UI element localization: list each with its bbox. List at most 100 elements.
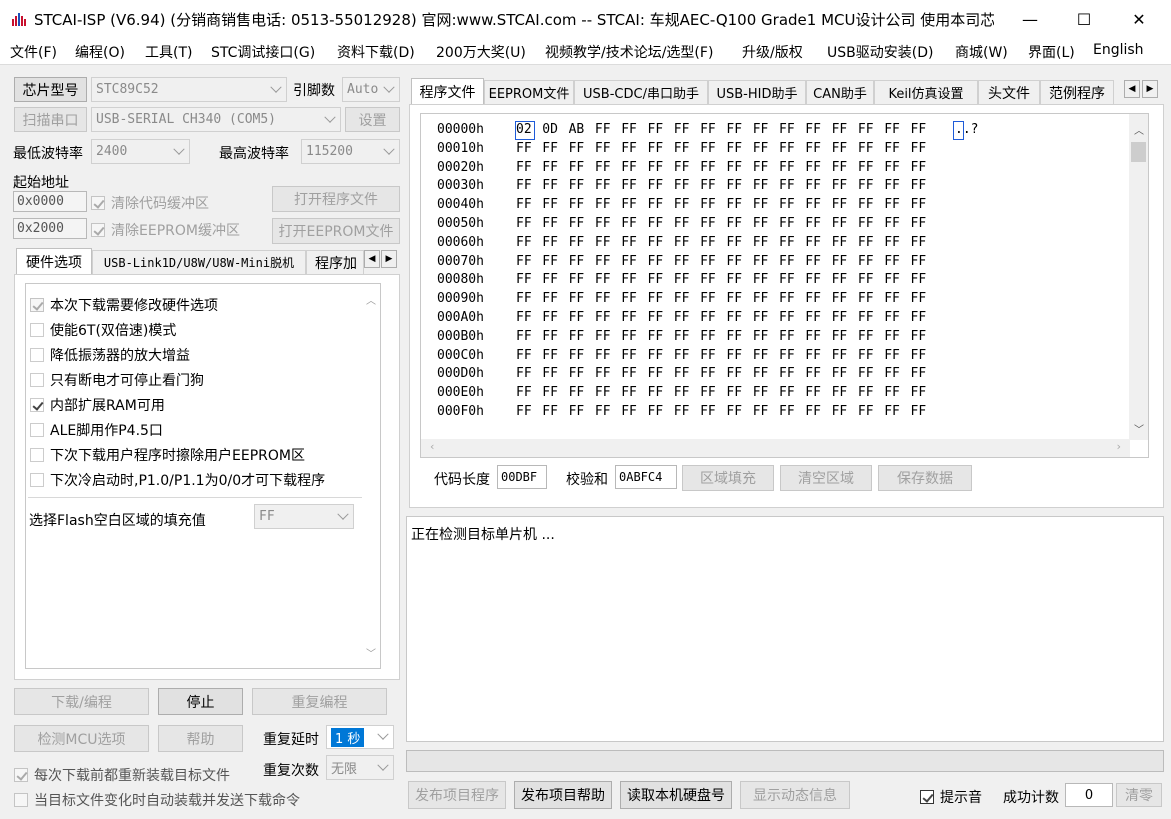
hex-byte[interactable]: FF xyxy=(884,234,906,252)
hex-byte[interactable]: AB xyxy=(569,121,591,139)
maximize-button[interactable]: ☐ xyxy=(1057,0,1111,38)
hex-byte[interactable]: FF xyxy=(674,309,696,327)
hex-byte[interactable]: FF xyxy=(832,121,854,139)
tab-can[interactable]: CAN助手 xyxy=(806,80,874,104)
hex-byte[interactable]: FF xyxy=(884,290,906,308)
hex-byte[interactable]: FF xyxy=(779,290,801,308)
hex-byte[interactable]: FF xyxy=(884,271,906,289)
hex-byte[interactable]: FF xyxy=(569,234,591,252)
hex-byte[interactable]: FF xyxy=(674,253,696,271)
hex-byte[interactable]: FF xyxy=(832,271,854,289)
hex-byte[interactable]: FF xyxy=(858,384,880,402)
hex-byte[interactable]: FF xyxy=(832,365,854,383)
hex-byte[interactable]: FF xyxy=(911,309,933,327)
hex-byte[interactable]: FF xyxy=(542,309,564,327)
hex-byte[interactable]: FF xyxy=(884,347,906,365)
port-select[interactable]: USB-SERIAL CH340 (COM5) xyxy=(91,107,341,132)
hex-byte[interactable]: FF xyxy=(516,309,538,327)
hex-byte[interactable]: FF xyxy=(726,121,748,139)
hex-byte[interactable]: FF xyxy=(700,121,722,139)
hex-byte[interactable]: FF xyxy=(911,159,933,177)
hex-byte[interactable]: FF xyxy=(753,271,775,289)
clear-count-button[interactable]: 清零 xyxy=(1116,783,1162,807)
hex-byte[interactable]: FF xyxy=(621,365,643,383)
hex-byte[interactable]: FF xyxy=(569,384,591,402)
hex-byte[interactable]: FF xyxy=(700,253,722,271)
hex-byte[interactable]: FF xyxy=(595,140,617,158)
hex-byte[interactable]: FF xyxy=(832,215,854,233)
hex-byte[interactable]: FF xyxy=(542,271,564,289)
hex-byte[interactable]: FF xyxy=(805,121,827,139)
hex-byte[interactable]: FF xyxy=(700,271,722,289)
hex-byte[interactable]: FF xyxy=(726,271,748,289)
hex-byte[interactable]: FF xyxy=(569,403,591,421)
menu-prize[interactable]: 200万大奖(U) xyxy=(436,42,526,62)
hex-byte[interactable]: FF xyxy=(674,328,696,346)
menu-tools[interactable]: 工具(T) xyxy=(145,42,192,62)
hex-byte[interactable]: FF xyxy=(621,384,643,402)
hex-byte[interactable]: FF xyxy=(648,253,670,271)
hex-byte[interactable]: FF xyxy=(726,384,748,402)
hex-byte[interactable]: FF xyxy=(753,347,775,365)
menu-video[interactable]: 视频教学/技术论坛/选型(F) xyxy=(545,42,713,62)
hex-byte[interactable]: FF xyxy=(674,384,696,402)
hex-byte[interactable]: 0D xyxy=(542,121,564,139)
hex-byte[interactable]: FF xyxy=(569,309,591,327)
hex-byte[interactable]: FF xyxy=(595,177,617,195)
hex-byte[interactable]: FF xyxy=(858,309,880,327)
hex-byte[interactable]: FF xyxy=(832,177,854,195)
hex-byte[interactable]: FF xyxy=(648,140,670,158)
hex-byte[interactable]: FF xyxy=(884,403,906,421)
eeprom-address-input[interactable]: 0x2000 xyxy=(13,218,87,239)
fill-region-button[interactable]: 区域填充 xyxy=(682,465,774,491)
hex-byte[interactable]: FF xyxy=(648,365,670,383)
hex-byte[interactable]: FF xyxy=(858,196,880,214)
menu-file[interactable]: 文件(F) xyxy=(10,42,57,62)
hex-byte[interactable]: FF xyxy=(858,347,880,365)
hex-byte[interactable]: FF xyxy=(621,140,643,158)
hex-byte[interactable]: FF xyxy=(805,159,827,177)
tab-program-encrypt[interactable]: 程序加 xyxy=(306,250,364,274)
hex-byte[interactable]: FF xyxy=(911,140,933,158)
hex-byte[interactable]: FF xyxy=(911,365,933,383)
repeat-count-select[interactable]: 无限 xyxy=(326,755,394,780)
hex-byte[interactable]: FF xyxy=(621,347,643,365)
hex-byte[interactable]: FF xyxy=(858,140,880,158)
hex-byte[interactable]: FF xyxy=(726,196,748,214)
hex-byte[interactable]: FF xyxy=(648,347,670,365)
scroll-down-icon[interactable]: ﹀ xyxy=(366,645,376,660)
port-settings-button[interactable]: 设置 xyxy=(345,107,400,132)
hex-byte[interactable]: FF xyxy=(700,215,722,233)
hex-byte[interactable]: FF xyxy=(595,196,617,214)
hex-byte[interactable]: FF xyxy=(753,384,775,402)
tab-scroll-right-icon[interactable]: ▶ xyxy=(1142,80,1158,98)
hex-byte[interactable]: FF xyxy=(753,328,775,346)
hex-byte[interactable]: FF xyxy=(779,196,801,214)
tab-usb-cdc[interactable]: USB-CDC/串口助手 xyxy=(574,80,708,104)
hex-byte[interactable]: FF xyxy=(779,140,801,158)
hex-byte[interactable]: FF xyxy=(884,177,906,195)
hex-byte[interactable]: FF xyxy=(726,140,748,158)
hex-byte[interactable]: FF xyxy=(753,159,775,177)
read-disk-id-button[interactable]: 读取本机硬盘号 xyxy=(620,781,732,809)
tab-scroll-left-icon[interactable]: ◀ xyxy=(364,250,380,268)
hex-byte[interactable]: FF xyxy=(832,234,854,252)
hex-byte[interactable]: FF xyxy=(911,234,933,252)
hex-byte[interactable]: FF xyxy=(858,403,880,421)
option-watchdog[interactable]: 只有断电才可停止看门狗 xyxy=(30,370,204,390)
hex-byte[interactable]: FF xyxy=(542,328,564,346)
beep-checkbox[interactable]: 提示音 xyxy=(920,787,982,807)
hex-byte[interactable]: FF xyxy=(858,253,880,271)
hex-byte[interactable]: FF xyxy=(858,234,880,252)
hex-byte[interactable]: FF xyxy=(674,403,696,421)
hex-byte[interactable]: FF xyxy=(621,290,643,308)
hex-byte[interactable]: FF xyxy=(858,290,880,308)
option-internal-ram[interactable]: 内部扩展RAM可用 xyxy=(30,395,165,415)
hex-byte[interactable]: FF xyxy=(516,196,538,214)
hex-byte[interactable]: FF xyxy=(595,347,617,365)
hex-byte[interactable]: FF xyxy=(621,403,643,421)
hex-byte[interactable]: FF xyxy=(674,196,696,214)
hex-byte[interactable]: FF xyxy=(648,159,670,177)
hex-byte[interactable]: FF xyxy=(569,215,591,233)
minimize-button[interactable]: — xyxy=(1003,0,1057,38)
